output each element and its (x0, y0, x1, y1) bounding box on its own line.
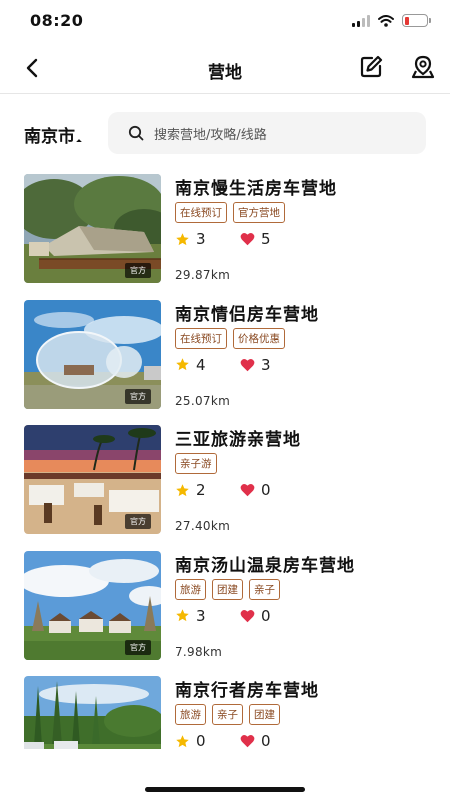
star-icon (176, 609, 189, 622)
camp-tag: 在线预订 (175, 202, 227, 223)
status-bar: 08:20 (0, 0, 450, 44)
list-item[interactable]: 官方 南京情侣房车营地 在线预订 价格优惠 4 3 25.07km (0, 298, 450, 424)
likes-stat: 0 (240, 481, 305, 499)
camp-distance: 25.07km (175, 393, 231, 408)
likes-value: 5 (261, 230, 271, 248)
camp-tag: 价格优惠 (233, 327, 285, 349)
camp-tags: 亲子游 (175, 453, 217, 474)
status-icons (352, 14, 431, 27)
battery-level (404, 16, 409, 25)
edit-button[interactable] (358, 54, 386, 82)
camp-thumbnail[interactable]: 官方 (24, 425, 161, 534)
rating-value: 2 (196, 481, 206, 499)
likes-value: 3 (261, 355, 271, 374)
camp-tags: 在线预订 官方营地 (175, 202, 285, 223)
city-label: 南京市 (24, 127, 75, 147)
likes-value: 0 (261, 606, 271, 625)
camp-tag: 官方营地 (233, 202, 285, 223)
list-item[interactable]: 官方 南京汤山温泉房车营地 旅游 团建 亲子 3 0 7.98km (0, 549, 450, 675)
map-location-button[interactable] (410, 54, 438, 82)
nav-bar: 营地 (0, 44, 450, 94)
likes-stat: 3 (240, 356, 305, 374)
star-icon (176, 232, 189, 245)
camp-stats: 2 0 (175, 481, 305, 499)
camp-tag: 亲子游 (175, 453, 217, 474)
rating-stat: 4 (175, 356, 240, 374)
rating-stat: 3 (175, 230, 240, 248)
camp-stats: 0 0 (175, 732, 305, 750)
edit-icon (360, 55, 383, 78)
city-selector[interactable]: 南京市 (24, 122, 82, 147)
rating-value: 0 (196, 732, 206, 750)
search-input[interactable]: 搜索营地/攻略/线路 (108, 112, 426, 154)
rating-value: 4 (196, 355, 206, 374)
rating-value: 3 (196, 606, 206, 625)
camp-tag: 团建 (212, 578, 243, 600)
camp-tag: 团建 (249, 704, 280, 725)
likes-stat: 5 (240, 230, 305, 248)
cellular-signal-icon (352, 14, 370, 27)
camp-thumbnail[interactable]: 官方 (24, 550, 161, 660)
wifi-icon (378, 14, 394, 27)
star-icon (176, 358, 189, 371)
camp-distance: 7.98km (175, 644, 223, 659)
camp-tag: 旅游 (175, 704, 206, 725)
rating-stat: 3 (175, 607, 240, 625)
likes-value: 0 (261, 481, 271, 499)
heart-icon (240, 484, 255, 497)
caret-down-icon (76, 139, 82, 145)
star-icon (176, 483, 189, 496)
camp-name: 南京情侣房车营地 (175, 304, 319, 325)
official-badge: 官方 (125, 388, 151, 404)
search-placeholder: 搜索营地/攻略/线路 (154, 127, 267, 143)
camp-tag: 旅游 (175, 578, 206, 600)
search-icon (128, 125, 144, 141)
camp-stats: 3 0 (175, 607, 305, 625)
camp-tag: 在线预订 (175, 327, 227, 349)
camp-stats: 3 5 (175, 230, 305, 248)
camp-tags: 在线预订 价格优惠 (175, 327, 285, 349)
heart-icon (240, 609, 255, 622)
camp-stats: 4 3 (175, 356, 305, 374)
heart-icon (240, 358, 255, 371)
official-badge: 官方 (125, 514, 151, 529)
rating-stat: 0 (175, 732, 240, 750)
camp-tag: 亲子 (249, 578, 280, 600)
bottom-safe-area (0, 749, 450, 800)
camp-distance: 29.87km (175, 268, 231, 282)
camp-tag: 亲子 (212, 704, 243, 725)
home-indicator[interactable] (145, 787, 305, 792)
rating-value: 3 (196, 230, 206, 248)
official-badge: 官方 (125, 639, 151, 655)
camp-name: 南京慢生活房车营地 (175, 179, 337, 199)
camp-tags: 旅游 亲子 团建 (175, 704, 280, 725)
official-badge: 官方 (125, 263, 151, 278)
likes-value: 0 (261, 732, 271, 750)
camp-name: 南京行者房车营地 (175, 681, 319, 701)
camp-thumbnail[interactable]: 官方 (24, 299, 161, 409)
likes-stat: 0 (240, 607, 305, 625)
map-pin-icon (411, 55, 435, 79)
camp-distance: 27.40km (175, 519, 231, 533)
camp-name: 三亚旅游亲营地 (175, 430, 301, 450)
status-time: 08:20 (30, 11, 84, 30)
list-item[interactable]: 官方 三亚旅游亲营地 亲子游 2 0 27.40km (0, 423, 450, 549)
camp-tags: 旅游 团建 亲子 (175, 578, 280, 600)
list-item[interactable]: 官方 南京慢生活房车营地 在线预订 官方营地 3 5 29.87km (0, 172, 450, 298)
camp-name: 南京汤山温泉房车营地 (175, 555, 355, 576)
heart-icon (240, 233, 255, 246)
likes-stat: 0 (240, 732, 305, 750)
camp-thumbnail[interactable]: 官方 (24, 174, 161, 283)
star-icon (176, 734, 189, 747)
battery-icon (402, 14, 431, 27)
camp-list: 官方 南京慢生活房车营地 在线预订 官方营地 3 5 29.87km 官方 南京… (0, 172, 450, 800)
rating-stat: 2 (175, 481, 240, 499)
heart-icon (240, 735, 255, 748)
